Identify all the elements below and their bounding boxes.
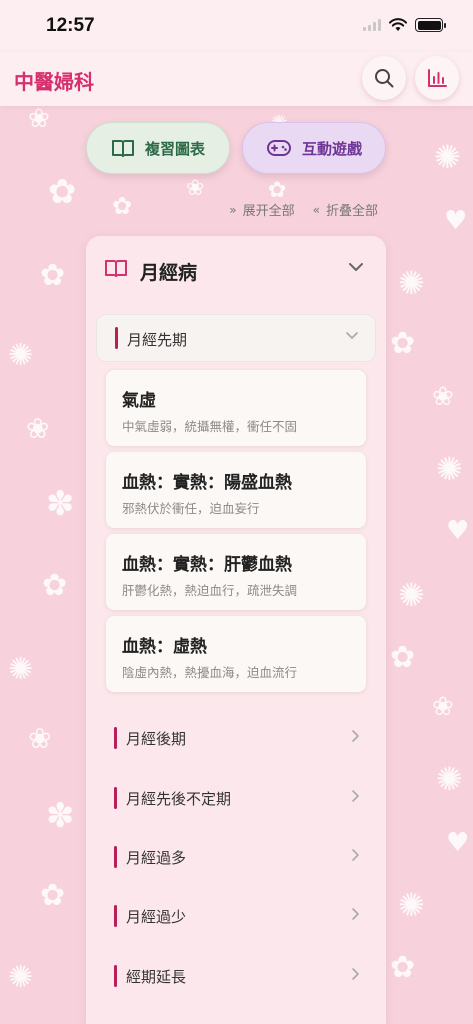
subsection-label: 月經過少 [126, 908, 187, 926]
pattern-description: 肝鬱化熱，熱迫血行，疏泄失調 [122, 583, 298, 598]
subsection-header[interactable]: 月經過多 [96, 833, 376, 881]
expand-all-button[interactable]: » 展开全部 [229, 200, 295, 220]
flower-icon: ✿ [390, 640, 416, 675]
flower-icon: ❀ [28, 104, 50, 134]
accent-bar [114, 905, 117, 927]
chevron-right-icon [352, 849, 359, 861]
flower-icon: ✽ [46, 796, 75, 836]
chevron-down-icon [349, 263, 363, 271]
chevron-right-icon [352, 790, 359, 802]
flower-icon: ♥ [446, 516, 470, 546]
subsection-label: 月經後期 [126, 730, 187, 748]
flower-icon: ❀ [432, 382, 454, 412]
flower-icon: ♥ [444, 206, 468, 236]
flower-icon: ✿ [48, 172, 77, 212]
subsection-label: 月經先期 [127, 331, 188, 349]
flower-icon: ✿ [40, 878, 66, 913]
pattern-description: 陰虛內熱，熱擾血海，迫血流行 [122, 665, 298, 680]
subsection-header[interactable]: 月經過少 [96, 892, 376, 940]
flower-icon: ❀ [186, 176, 205, 201]
review-chart-label: 複習圖表 [144, 139, 205, 158]
section-card: 月經病 月經先期 氣虛 中氣虛弱，統攝無權，衝任不固 血熱：實熱：陽盛血熱 邪熱… [86, 236, 386, 1024]
flower-icon: ❀ [28, 722, 52, 755]
search-icon [375, 69, 394, 88]
book-icon [111, 140, 134, 157]
interactive-game-label: 互動遊戲 [301, 139, 362, 158]
pattern-card[interactable]: 氣虛 中氣虛弱，統攝無權，衝任不固 [106, 370, 366, 446]
status-bar: 12:57 [0, 0, 473, 52]
flower-icon: ✺ [8, 960, 34, 995]
chevron-right-icon [352, 968, 359, 980]
flower-icon: ✺ [436, 450, 463, 488]
status-icons [363, 18, 446, 32]
subsection-label: 月經先後不定期 [126, 790, 232, 808]
subsection-header[interactable]: 月經後期 [96, 714, 376, 762]
pattern-description: 中氣虛弱，統攝無權，衝任不固 [122, 419, 298, 434]
subsection-header[interactable]: 經期延長 [96, 952, 376, 1000]
pattern-card[interactable]: 血熱：虛熱 陰虛內熱，熱擾血海，迫血流行 [106, 616, 366, 692]
gamepad-icon [266, 140, 291, 156]
wifi-icon [389, 18, 407, 31]
nav-bar: 中醫婦科 [0, 52, 473, 106]
collapse-all-label: 折叠全部 [325, 204, 378, 219]
flower-icon: ✺ [8, 652, 34, 687]
pattern-description: 邪熱伏於衝任，迫血妄行 [122, 501, 260, 516]
accent-bar [114, 846, 117, 868]
pattern-title: 血熱：實熱：陽盛血熱 [122, 473, 292, 493]
chevron-down-icon [346, 332, 358, 339]
subsection-label: 經期延長 [126, 968, 187, 986]
section-header[interactable]: 月經病 [86, 236, 386, 302]
expand-collapse-controls: » 展开全部 « 折叠全部 [229, 200, 378, 220]
book-icon [105, 260, 127, 277]
flower-icon: ✿ [42, 568, 68, 603]
battery-icon [415, 18, 446, 32]
flower-icon: ✺ [398, 264, 425, 302]
section-title: 月經病 [140, 262, 198, 284]
flower-icon: ✺ [434, 138, 461, 176]
double-chevron-up-icon: « [312, 202, 320, 217]
flower-icon: ✺ [8, 338, 34, 373]
stats-button[interactable] [415, 56, 459, 100]
accent-bar [114, 965, 117, 987]
app-title: 中醫婦科 [14, 70, 94, 94]
subsection-label: 月經過多 [126, 849, 187, 867]
flower-icon: ♥ [446, 828, 470, 858]
signal-icon [363, 19, 381, 31]
chevron-right-icon [352, 908, 359, 920]
flower-icon: ❀ [432, 692, 454, 722]
search-button[interactable] [362, 56, 406, 100]
accent-bar [114, 727, 117, 749]
bar-chart-icon [428, 69, 447, 87]
flower-icon: ✺ [398, 576, 425, 614]
flower-icon: ✿ [112, 192, 133, 220]
flower-icon: ✺ [436, 760, 463, 798]
pattern-title: 氣虛 [122, 391, 156, 411]
flower-icon: ✿ [40, 258, 66, 293]
double-chevron-down-icon: » [229, 202, 237, 217]
pattern-title: 血熱：實熱：肝鬱血熱 [122, 555, 292, 575]
status-time: 12:57 [46, 15, 95, 36]
flower-icon: ✺ [398, 886, 425, 924]
flower-icon: ✿ [390, 950, 416, 985]
accent-bar [114, 787, 117, 809]
chevron-right-icon [352, 730, 359, 742]
expand-all-label: 展开全部 [242, 204, 295, 219]
review-chart-button[interactable]: 複習圖表 [86, 122, 230, 174]
pattern-card[interactable]: 血熱：實熱：肝鬱血熱 肝鬱化熱，熱迫血行，疏泄失調 [106, 534, 366, 610]
accent-bar [115, 327, 118, 349]
subsection-header-open[interactable]: 月經先期 [96, 314, 376, 362]
interactive-game-button[interactable]: 互動遊戲 [242, 122, 386, 174]
flower-icon: ✿ [390, 326, 416, 361]
subsection-header[interactable]: 月經先後不定期 [96, 774, 376, 822]
pattern-title: 血熱：虛熱 [122, 637, 207, 657]
flower-icon: ❀ [26, 412, 50, 445]
action-buttons: 複習圖表 互動遊戲 [86, 122, 386, 174]
collapse-all-button[interactable]: « 折叠全部 [312, 200, 378, 220]
flower-icon: ✽ [46, 484, 75, 524]
pattern-card[interactable]: 血熱：實熱：陽盛血熱 邪熱伏於衝任，迫血妄行 [106, 452, 366, 528]
